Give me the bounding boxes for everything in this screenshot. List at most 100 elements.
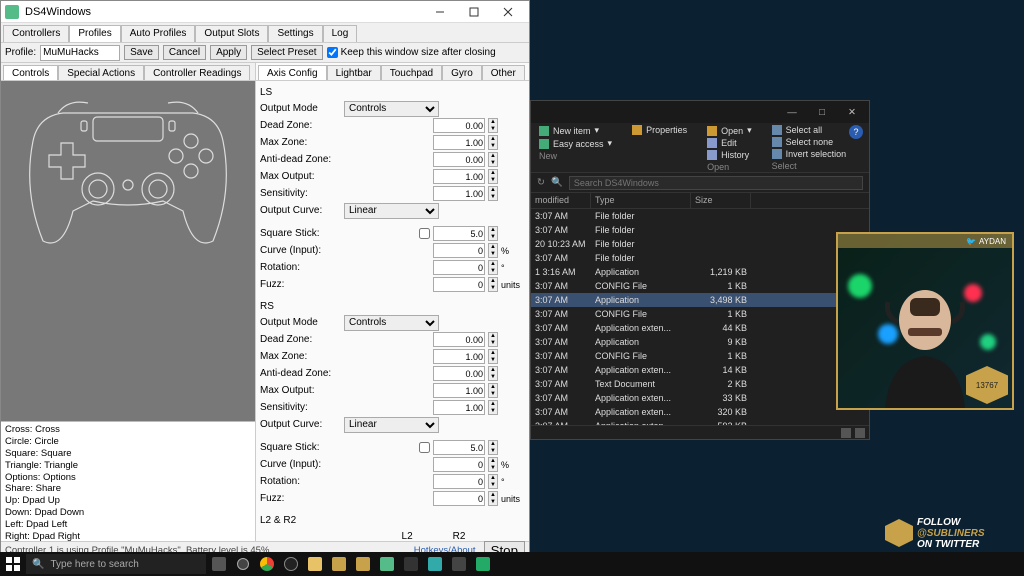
tab-auto-profiles[interactable]: Auto Profiles [121,25,196,42]
file-row[interactable]: 1 3:16 AMApplication1,219 KB [531,265,869,279]
invert-selection-button[interactable]: Invert selection [772,149,847,159]
app-icon-5[interactable] [424,554,446,574]
col-type[interactable]: Type [591,193,691,208]
numeric-input[interactable] [433,277,485,292]
mapping-row[interactable]: Triangle: Triangle [5,460,251,472]
subtab-controls[interactable]: Controls [3,65,58,80]
tab-output-slots[interactable]: Output Slots [195,25,268,42]
tiles-view-icon[interactable] [855,428,865,438]
controller-diagram[interactable] [13,91,243,251]
app-icon-6[interactable] [448,554,470,574]
tab-controllers[interactable]: Controllers [3,25,69,42]
spinner[interactable]: ▲▼ [488,332,498,347]
select-none-button[interactable]: Select none [772,137,847,147]
app-icon-4[interactable] [400,554,422,574]
square-stick-checkbox[interactable] [419,442,430,453]
spinner[interactable]: ▲▼ [488,226,498,241]
numeric-input[interactable] [433,169,485,184]
close-button[interactable] [491,2,525,22]
spinner[interactable]: ▲▼ [488,474,498,489]
edit-button[interactable]: Edit [707,138,752,148]
mapping-row[interactable]: Left: Dpad Left [5,519,251,531]
explorer-search-input[interactable] [569,176,863,190]
numeric-input[interactable] [433,474,485,489]
col-size[interactable]: Size [691,193,751,208]
keep-size-checkbox[interactable] [327,47,338,58]
spinner[interactable]: ▲▼ [488,349,498,364]
spinner[interactable]: ▲▼ [488,260,498,275]
explorer-minimize[interactable]: — [777,102,807,122]
file-row[interactable]: 3:07 AMApplication exten...14 KB [531,363,869,377]
explorer-maximize[interactable]: □ [807,102,837,122]
axis-tab-other[interactable]: Other [482,65,525,80]
numeric-input[interactable] [433,152,485,167]
explorer-icon[interactable] [304,554,326,574]
taskbar-search[interactable]: 🔍 Type here to search [26,554,206,574]
file-row[interactable]: 3:07 AMApplication exten...320 KB [531,405,869,419]
axis-scroll[interactable]: LSOutput ModeControls Dead Zone: ▲▼ Max … [256,81,529,541]
mapping-row[interactable]: Square: Square [5,448,251,460]
mapping-row[interactable]: Up: Dpad Up [5,495,251,507]
app-icon-7[interactable] [472,554,494,574]
file-row[interactable]: 3:07 AMCONFIG File1 KB [531,307,869,321]
mapping-row[interactable]: Down: Dpad Down [5,507,251,519]
keep-size-label[interactable]: Keep this window size after closing [327,47,496,58]
numeric-input[interactable] [433,366,485,381]
maximize-button[interactable] [457,2,491,22]
file-row[interactable]: 20 10:23 AMFile folder [531,237,869,251]
file-row[interactable]: 3:07 AMApplication3,498 KB [531,293,869,307]
numeric-input[interactable] [433,243,485,258]
axis-tab-lightbar[interactable]: Lightbar [327,65,381,80]
output-curve-select[interactable]: Linear [344,203,439,219]
chrome-icon[interactable] [256,554,278,574]
square-stick-checkbox[interactable] [419,228,430,239]
numeric-input[interactable] [433,186,485,201]
mapping-row[interactable]: Right: Dpad Right [5,531,251,541]
numeric-input[interactable] [433,135,485,150]
file-row[interactable]: 3:07 AMCONFIG File1 KB [531,349,869,363]
numeric-input[interactable] [433,383,485,398]
refresh-icon[interactable]: ↻ [537,177,545,188]
open-button[interactable]: Open ▾ [707,125,752,136]
new-item-button[interactable]: New item ▾ [539,125,612,136]
col-modified[interactable]: modified [531,193,591,208]
spinner[interactable]: ▲▼ [488,277,498,292]
start-button[interactable] [2,553,24,575]
select-all-button[interactable]: Select all [772,125,847,135]
explorer-list[interactable]: 3:07 AMFile folder3:07 AMFile folder20 1… [531,209,869,425]
spinner[interactable]: ▲▼ [488,169,498,184]
file-row[interactable]: 3:07 AMText Document2 KB [531,377,869,391]
spinner[interactable]: ▲▼ [488,400,498,415]
task-view-icon[interactable] [208,554,230,574]
app-icon-3[interactable] [376,554,398,574]
numeric-input[interactable] [433,440,485,455]
mapping-row[interactable]: Options: Options [5,472,251,484]
file-row[interactable]: 3:07 AMCONFIG File1 KB [531,279,869,293]
output-curve-select[interactable]: Linear [344,417,439,433]
spinner[interactable]: ▲▼ [488,491,498,506]
easy-access-button[interactable]: Easy access ▾ [539,138,612,149]
spinner[interactable]: ▲▼ [488,440,498,455]
file-row[interactable]: 3:07 AMApplication exten...44 KB [531,321,869,335]
cancel-button[interactable]: Cancel [163,45,206,60]
mapping-row[interactable]: Cross: Cross [5,424,251,436]
numeric-input[interactable] [433,332,485,347]
numeric-input[interactable] [433,226,485,241]
file-row[interactable]: 3:07 AMApplication9 KB [531,335,869,349]
subtab-controller-readings[interactable]: Controller Readings [144,65,250,80]
spinner[interactable]: ▲▼ [488,186,498,201]
output-mode-select[interactable]: Controls [344,315,439,331]
properties-button[interactable]: Properties [632,125,687,135]
file-row[interactable]: 3:07 AMApplication exten...33 KB [531,391,869,405]
spinner[interactable]: ▲▼ [488,457,498,472]
output-mode-select[interactable]: Controls [344,101,439,117]
cortana-icon[interactable] [232,554,254,574]
save-button[interactable]: Save [124,45,159,60]
file-row[interactable]: 3:07 AMFile folder [531,251,869,265]
tab-settings[interactable]: Settings [268,25,322,42]
spinner[interactable]: ▲▼ [488,383,498,398]
app-icon-2[interactable] [352,554,374,574]
axis-tab-gyro[interactable]: Gyro [442,65,482,80]
mapping-row[interactable]: Share: Share [5,483,251,495]
numeric-input[interactable] [433,491,485,506]
